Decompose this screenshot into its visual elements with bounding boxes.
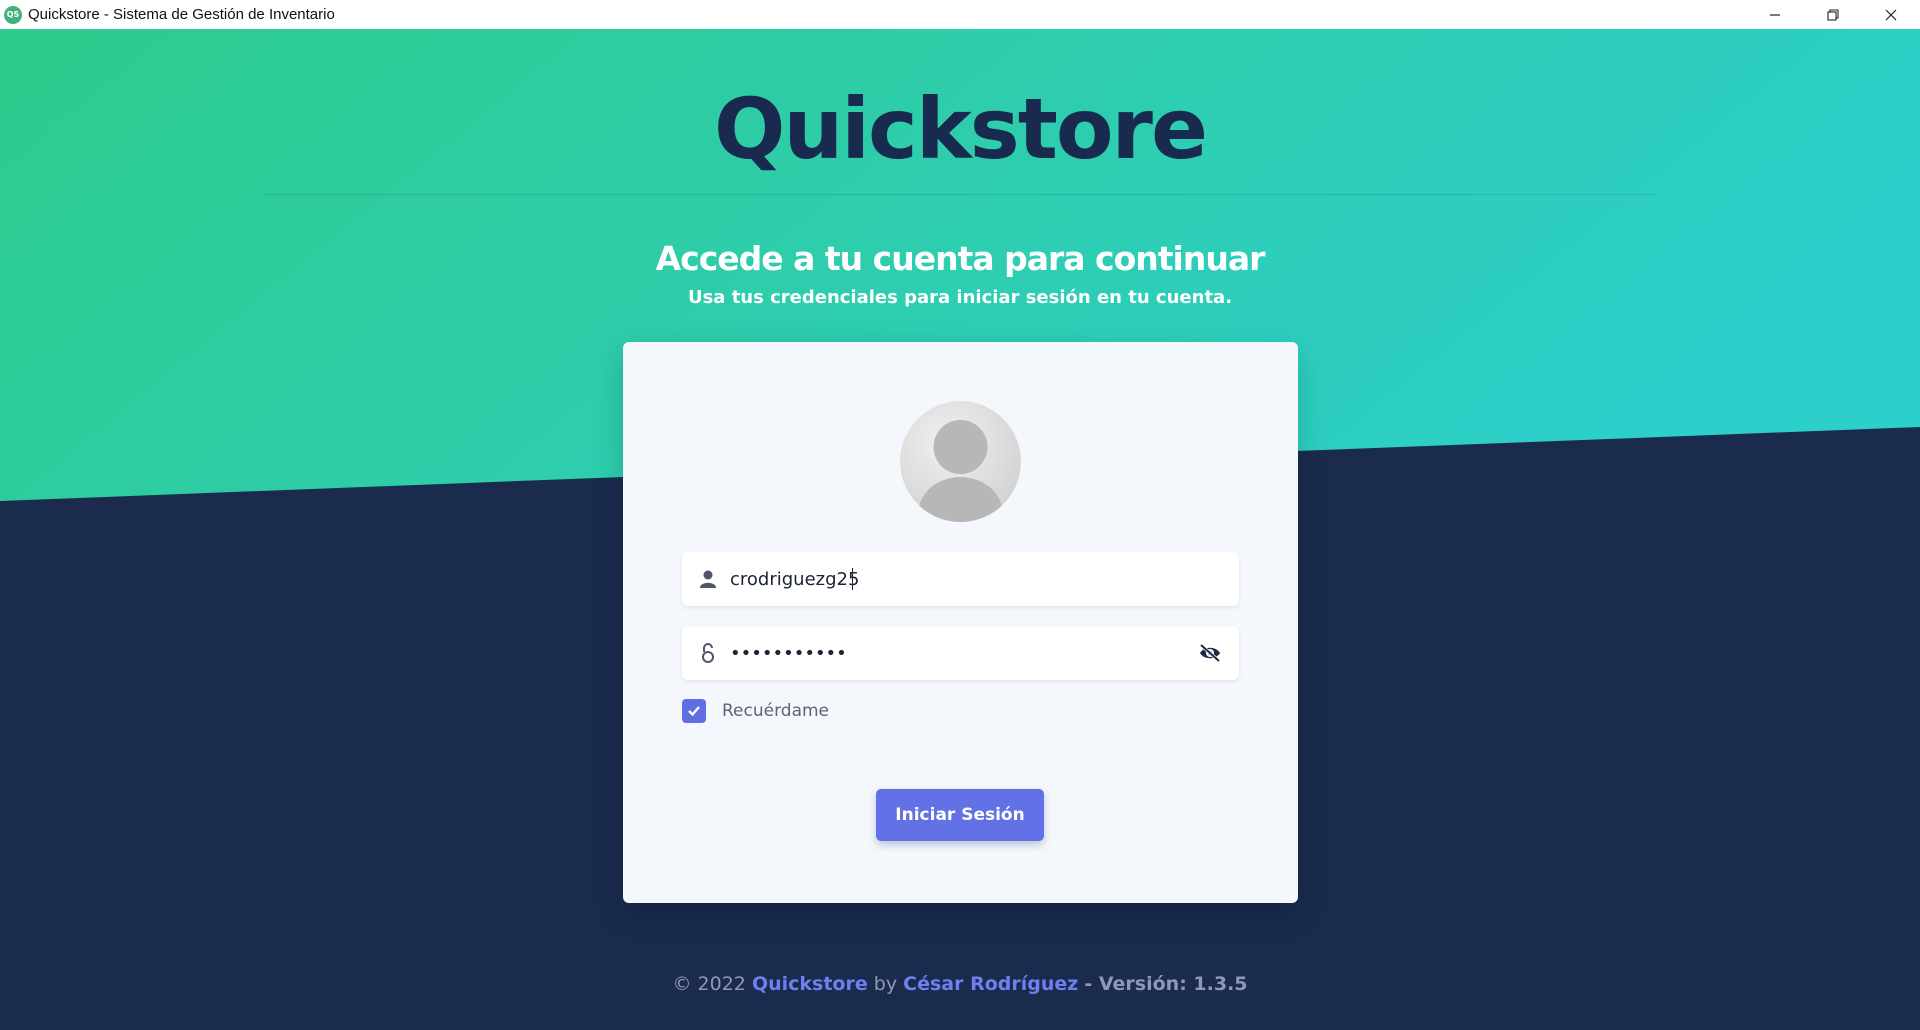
close-button[interactable] [1862, 0, 1920, 29]
window-title: Quickstore - Sistema de Gestión de Inven… [28, 6, 335, 23]
minimize-button[interactable] [1746, 0, 1804, 29]
header-divider [265, 194, 1655, 195]
username-field[interactable] [682, 552, 1239, 606]
login-screen: Quickstore Accede a tu cuenta para conti… [0, 29, 1920, 1030]
footer-version: - Versión: 1.3.5 [1084, 973, 1248, 995]
eye-slash-icon[interactable] [1195, 638, 1225, 668]
close-icon [1885, 9, 1897, 20]
minimize-icon [1770, 13, 1780, 16]
check-icon [688, 706, 700, 717]
footer-author-link[interactable]: César Rodríguez [903, 973, 1078, 995]
user-icon [696, 567, 720, 591]
user-avatar-icon [900, 401, 1021, 522]
footer-app-link[interactable]: Quickstore [752, 973, 868, 995]
brand-logo: Quickstore [714, 80, 1208, 178]
lock-icon [696, 641, 720, 665]
window-titlebar: QS Quickstore - Sistema de Gestión de In… [0, 0, 1920, 29]
login-button[interactable]: Iniciar Sesión [876, 789, 1044, 841]
footer-by: by [873, 973, 898, 995]
username-input[interactable] [728, 552, 1239, 606]
window-controls [1746, 0, 1920, 29]
footer: © 2022 Quickstore by César Rodríguez - V… [0, 973, 1920, 995]
page-subheading: Usa tus credenciales para iniciar sesión… [687, 287, 1233, 308]
remember-checkbox[interactable] [682, 699, 706, 723]
restore-button[interactable] [1804, 0, 1862, 29]
remember-label: Recuérdame [722, 701, 830, 721]
remember-me[interactable]: Recuérdame [682, 699, 829, 723]
footer-copyright: © 2022 [672, 973, 746, 995]
text-caret [852, 568, 853, 590]
restore-icon [1827, 8, 1839, 21]
page-heading: Accede a tu cuenta para continuar [655, 239, 1266, 278]
password-input[interactable] [728, 626, 1195, 680]
app-icon: QS [4, 5, 22, 24]
login-card: Recuérdame Iniciar Sesión [623, 342, 1298, 903]
password-field[interactable] [682, 626, 1239, 680]
